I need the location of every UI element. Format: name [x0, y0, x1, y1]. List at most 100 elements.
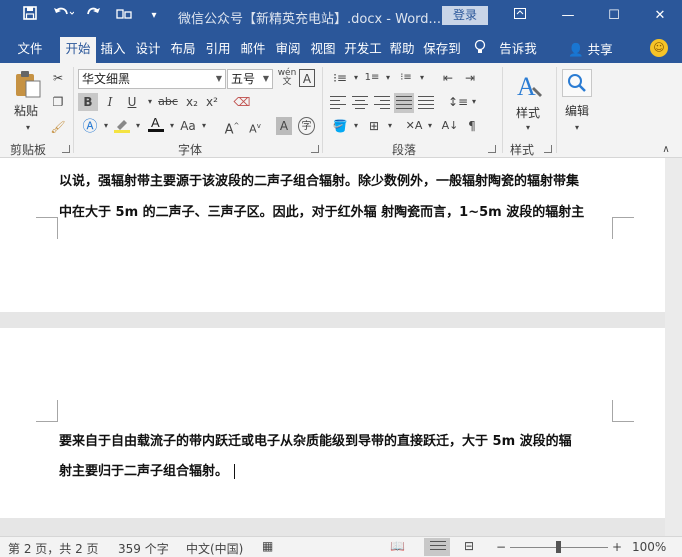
bold-button[interactable]: B — [78, 93, 98, 111]
copy-icon[interactable]: ❐ — [48, 93, 68, 111]
zoom-out-button[interactable]: − — [496, 540, 506, 554]
document-page[interactable]: 要来自于自由载流子的带内跃迁或电子从杂质能级到导带的直接跃迁，大于 5m 波段的… — [0, 328, 665, 518]
distributed-icon[interactable] — [418, 96, 434, 110]
cut-icon[interactable]: ✂ — [48, 69, 68, 87]
customize-icon[interactable]: ▾ — [144, 6, 164, 26]
paste-dropdown-icon[interactable]: ▾ — [18, 119, 38, 137]
document-text-line[interactable]: 射主要归于二声子组合辐射。 — [59, 460, 236, 479]
login-button[interactable]: 登录 — [442, 6, 488, 25]
numbering-dropdown-icon[interactable]: ▾ — [378, 69, 398, 87]
web-layout-icon[interactable]: ⊟ — [464, 539, 474, 553]
tab-references[interactable]: 引用 — [202, 39, 234, 61]
align-left-icon[interactable] — [330, 96, 346, 110]
margin-corner-mark — [36, 400, 58, 422]
grow-font-icon[interactable]: A^ — [222, 117, 242, 137]
print-layout-icon — [430, 541, 446, 555]
ribbon-display-icon[interactable] — [500, 0, 540, 33]
decrease-indent-icon[interactable]: ⇤ — [438, 69, 458, 87]
enclose-chars-icon[interactable]: 字 — [298, 117, 315, 135]
tab-developer[interactable]: 开发工 — [342, 39, 384, 61]
phonetic-guide-icon[interactable]: wén 文 — [277, 69, 297, 87]
tab-view[interactable]: 视图 — [307, 39, 339, 61]
zoom-slider-thumb[interactable] — [556, 541, 561, 553]
asian-layout-dropdown-icon[interactable]: ▾ — [420, 117, 440, 135]
paste-icon[interactable] — [12, 69, 42, 99]
justify-icon — [396, 96, 412, 110]
font-size-combo[interactable]: 五号 ▼ — [227, 69, 273, 89]
vertical-scrollbar[interactable] — [665, 158, 682, 536]
lightbulb-icon[interactable] — [472, 39, 488, 61]
highlight-dropdown-icon[interactable]: ▾ — [128, 117, 148, 135]
touch-mode-icon[interactable] — [114, 6, 134, 26]
editing-button[interactable]: 编辑 — [560, 101, 594, 121]
document-text-line[interactable]: 中在大于 5m 的二声子、三声子区。因此，对于红外辐 射陶瓷而言，1~5m 波段… — [59, 201, 584, 220]
page-count[interactable]: 第 2 页，共 2 页 — [8, 540, 99, 557]
share-button[interactable]: 👤 共享 — [568, 39, 613, 58]
styles-gallery-icon[interactable]: A — [514, 69, 544, 101]
justify-button[interactable] — [394, 93, 414, 113]
change-case-dropdown-icon[interactable]: ▾ — [194, 117, 214, 135]
align-center-icon[interactable] — [352, 96, 368, 110]
tab-save-to[interactable]: 保存到 — [421, 39, 463, 61]
line-spacing-dropdown-icon[interactable]: ▾ — [464, 93, 484, 111]
word-count[interactable]: 359 个字 — [118, 540, 169, 557]
styles-dropdown-icon[interactable]: ▾ — [518, 119, 538, 137]
zoom-in-button[interactable]: + — [612, 540, 622, 554]
scroll-thumb[interactable] — [668, 158, 679, 161]
shrink-font-icon[interactable]: Av — [245, 117, 265, 136]
minimize-icon[interactable]: — — [548, 0, 588, 33]
svg-text:A: A — [517, 72, 536, 101]
document-title: 微信公众号【新精英充电站】.docx - Word... — [178, 12, 441, 27]
document-text-line[interactable]: 要来自于自由载流子的带内跃迁或电子从杂质能级到导带的直接跃迁，大于 5m 波段的… — [59, 430, 572, 449]
save-icon[interactable] — [20, 6, 40, 26]
collapse-ribbon-icon[interactable]: ∧ — [656, 141, 676, 159]
tab-layout[interactable]: 布局 — [167, 39, 199, 61]
underline-button[interactable]: U — [122, 93, 142, 111]
superscript-button[interactable]: x² — [202, 93, 222, 111]
group-separator — [556, 67, 557, 153]
format-painter-icon[interactable]: 🖌 — [48, 118, 68, 136]
char-border-icon[interactable]: A — [299, 69, 315, 87]
sort-icon[interactable]: A↓ — [440, 117, 460, 135]
undo-icon[interactable] — [50, 6, 76, 26]
document-page[interactable]: 以说，强辐射带主要源于该波段的二声子组合辐射。除少数例外，一般辐射陶瓷的辐射带集… — [0, 158, 665, 312]
borders-dropdown-icon[interactable]: ▾ — [380, 117, 400, 135]
tab-insert[interactable]: 插入 — [97, 39, 129, 61]
italic-button[interactable]: I — [100, 93, 120, 111]
editing-dropdown-icon[interactable]: ▾ — [567, 119, 587, 137]
shading-dropdown-icon[interactable]: ▾ — [346, 117, 366, 135]
font-family-combo[interactable]: 华文细黑 ▼ — [78, 69, 226, 89]
tab-home[interactable]: 开始 — [60, 37, 96, 63]
language[interactable]: 中文(中国) — [186, 540, 243, 557]
paste-button[interactable]: 粘贴 — [10, 101, 42, 121]
track-changes-icon[interactable]: ▦ — [262, 539, 273, 553]
show-marks-icon[interactable]: ¶ — [462, 117, 482, 135]
tell-me-search[interactable]: 告诉我 — [494, 39, 542, 61]
tab-mailings[interactable]: 邮件 — [237, 39, 269, 61]
zoom-level[interactable]: 100% — [632, 540, 666, 554]
tab-design[interactable]: 设计 — [132, 39, 164, 61]
align-right-icon[interactable] — [374, 96, 390, 110]
tab-review[interactable]: 审阅 — [272, 39, 304, 61]
redo-icon[interactable] — [84, 6, 104, 26]
increase-indent-icon[interactable]: ⇥ — [460, 69, 480, 87]
document-text-line[interactable]: 以说，强辐射带主要源于该波段的二声子组合辐射。除少数例外，一般辐射陶瓷的辐射带集 — [59, 170, 579, 189]
font-launcher-icon[interactable] — [311, 145, 319, 153]
clear-formatting-icon[interactable]: ⌫ — [232, 93, 252, 111]
tab-help[interactable]: 帮助 — [386, 39, 418, 61]
subscript-button[interactable]: x₂ — [182, 93, 202, 111]
find-icon[interactable] — [562, 69, 592, 97]
multilevel-dropdown-icon[interactable]: ▾ — [412, 69, 432, 87]
close-icon[interactable]: ✕ — [640, 0, 680, 33]
feedback-smile-icon[interactable]: ☺ — [650, 39, 668, 57]
margin-corner-mark — [612, 217, 634, 239]
print-layout-button[interactable] — [424, 538, 450, 556]
char-shading-icon[interactable]: A — [276, 117, 292, 135]
tab-file[interactable]: 文件 — [10, 39, 50, 61]
maximize-icon[interactable]: ☐ — [594, 0, 634, 33]
read-mode-icon[interactable]: 📖 — [390, 539, 405, 553]
strikethrough-button[interactable]: abc — [156, 93, 180, 111]
clipboard-launcher-icon[interactable] — [62, 145, 70, 153]
styles-launcher-icon[interactable] — [544, 145, 552, 153]
paragraph-launcher-icon[interactable] — [488, 145, 496, 153]
